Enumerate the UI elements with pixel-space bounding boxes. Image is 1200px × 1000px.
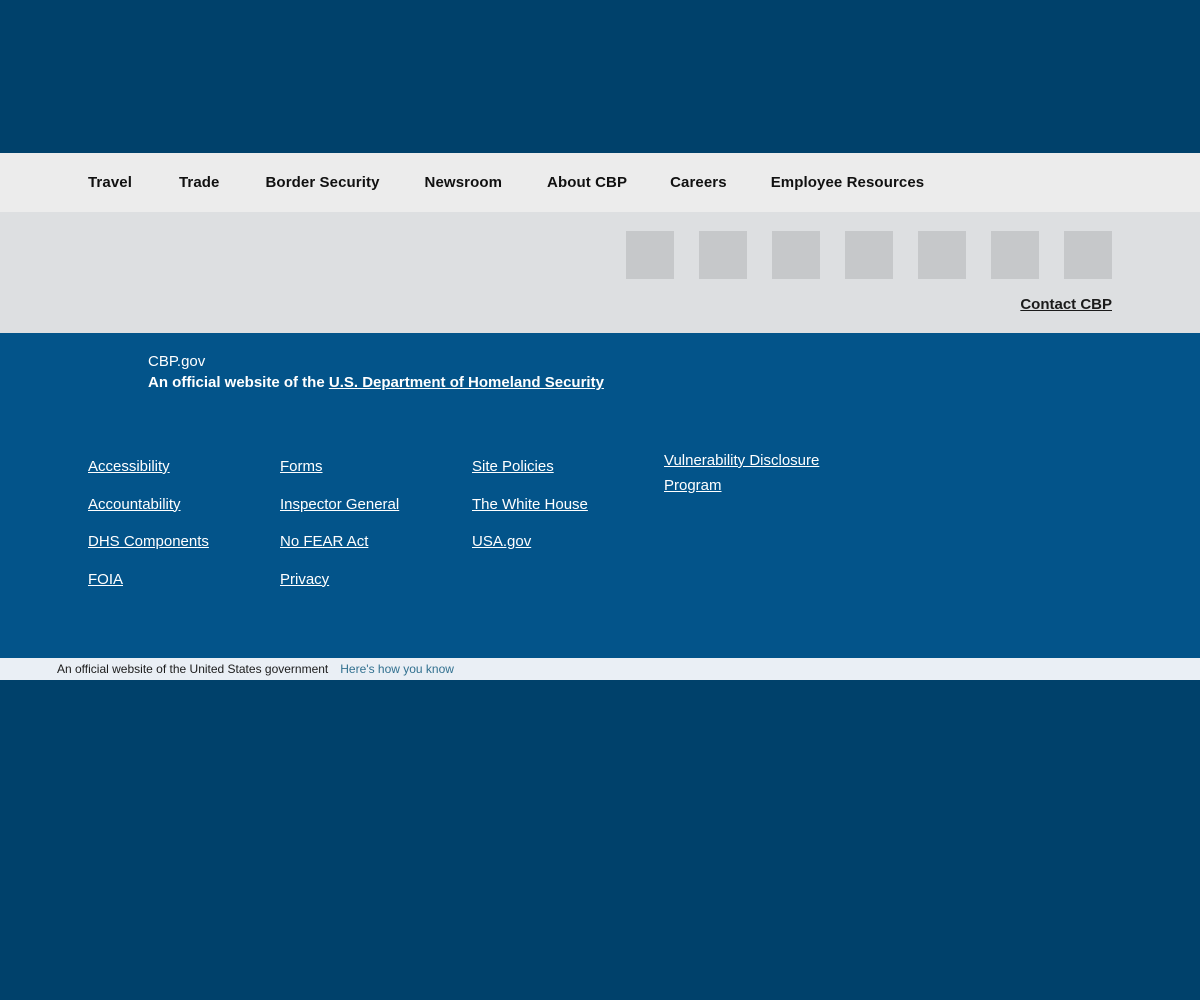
footer-link-accessibility[interactable]: Accessibility bbox=[88, 448, 170, 486]
gov-banner-text: An official website of the United States… bbox=[57, 662, 329, 676]
footer-column-2: Forms Inspector General No FEAR Act Priv… bbox=[280, 448, 472, 598]
social-links-row bbox=[626, 231, 1112, 279]
footer-link-inspector-general[interactable]: Inspector General bbox=[280, 486, 399, 524]
usa-gov-banner: An official website of the United States… bbox=[0, 658, 1200, 680]
social-icon-6[interactable] bbox=[991, 231, 1039, 279]
social-icon-4[interactable] bbox=[845, 231, 893, 279]
site-footer: CBP.gov An official website of the U.S. … bbox=[0, 333, 1200, 658]
nav-item-border-security[interactable]: Border Security bbox=[266, 170, 380, 195]
dhs-link[interactable]: U.S. Department of Homeland Security bbox=[329, 374, 604, 391]
footer-column-4: Vulnerability Disclosure Program bbox=[664, 448, 904, 598]
footer-link-privacy[interactable]: Privacy bbox=[280, 561, 329, 599]
footer-column-1: Accessibility Accountability DHS Compone… bbox=[88, 448, 280, 598]
nav-item-trade[interactable]: Trade bbox=[179, 170, 220, 195]
social-icon-1[interactable] bbox=[626, 231, 674, 279]
contact-cbp-link[interactable]: Contact CBP bbox=[1020, 296, 1112, 313]
nav-item-careers[interactable]: Careers bbox=[670, 170, 727, 195]
primary-navigation: Travel Trade Border Security Newsroom Ab… bbox=[0, 153, 1200, 212]
footer-links-grid: Accessibility Accountability DHS Compone… bbox=[88, 448, 1112, 598]
page-bottom-band bbox=[0, 680, 1200, 1000]
official-prefix-text: An official website of the bbox=[148, 374, 329, 391]
footer-column-3: Site Policies The White House USA.gov bbox=[472, 448, 664, 598]
footer-link-foia[interactable]: FOIA bbox=[88, 561, 123, 599]
nav-item-travel[interactable]: Travel bbox=[88, 170, 132, 195]
social-icon-7[interactable] bbox=[1064, 231, 1112, 279]
utility-band: Contact CBP bbox=[0, 212, 1200, 333]
social-icon-3[interactable] bbox=[772, 231, 820, 279]
footer-link-the-white-house[interactable]: The White House bbox=[472, 486, 588, 524]
footer-link-no-fear-act[interactable]: No FEAR Act bbox=[280, 523, 368, 561]
footer-link-site-policies[interactable]: Site Policies bbox=[472, 448, 554, 486]
footer-identifier: CBP.gov An official website of the U.S. … bbox=[148, 351, 604, 393]
footer-link-forms[interactable]: Forms bbox=[280, 448, 323, 486]
footer-link-accountability[interactable]: Accountability bbox=[88, 486, 181, 524]
social-icon-5[interactable] bbox=[918, 231, 966, 279]
nav-item-about-cbp[interactable]: About CBP bbox=[547, 170, 627, 195]
footer-link-vulnerability-disclosure-program[interactable]: Vulnerability Disclosure Program bbox=[664, 448, 849, 499]
footer-official-statement: An official website of the U.S. Departme… bbox=[148, 372, 604, 393]
how-you-know-link[interactable]: Here's how you know bbox=[340, 662, 454, 676]
social-icon-2[interactable] bbox=[699, 231, 747, 279]
primary-nav-list: Travel Trade Border Security Newsroom Ab… bbox=[0, 170, 924, 195]
footer-link-dhs-components[interactable]: DHS Components bbox=[88, 523, 209, 561]
footer-site-name: CBP.gov bbox=[148, 353, 206, 370]
nav-item-employee-resources[interactable]: Employee Resources bbox=[771, 170, 925, 195]
nav-item-newsroom[interactable]: Newsroom bbox=[425, 170, 503, 195]
page-root: Travel Trade Border Security Newsroom Ab… bbox=[0, 0, 1200, 1000]
site-header-band bbox=[0, 0, 1200, 153]
footer-link-usa-gov[interactable]: USA.gov bbox=[472, 523, 531, 561]
